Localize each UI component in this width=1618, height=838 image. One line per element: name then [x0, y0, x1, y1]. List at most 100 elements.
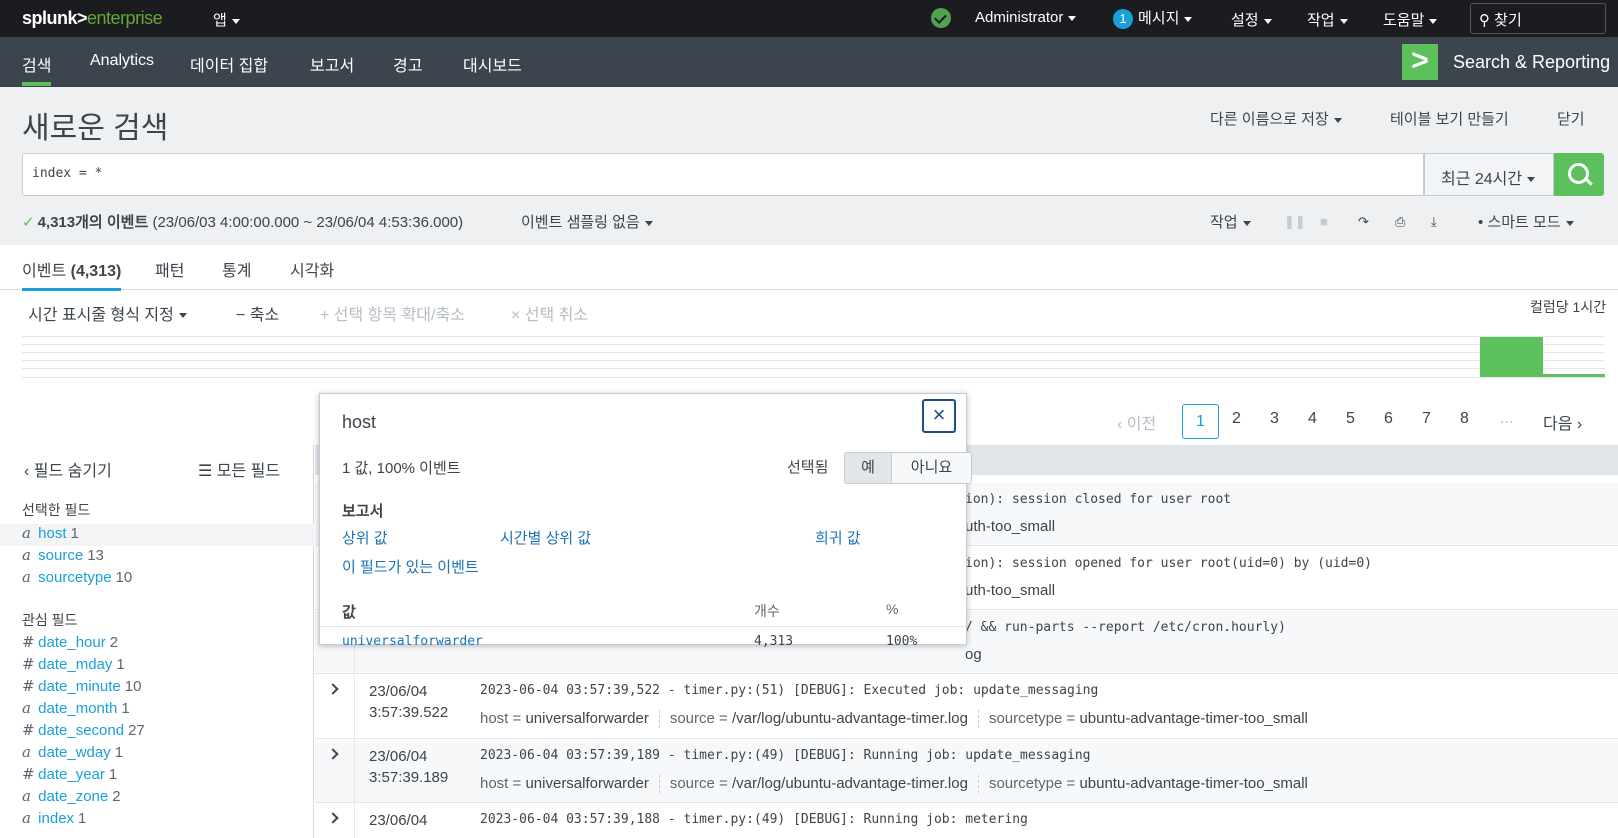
user-menu[interactable]: Administrator	[975, 9, 1077, 26]
popup-title: host	[342, 412, 377, 432]
help-menu[interactable]: 도움말	[1383, 9, 1438, 30]
page-1[interactable]: 1	[1182, 404, 1219, 439]
page-4[interactable]: 4	[1308, 410, 1317, 428]
nav-datasets[interactable]: 데이터 집합	[190, 52, 268, 76]
sourcetype-value[interactable]: ubuntu-advantage-timer-too_small	[1079, 710, 1307, 727]
top-values-link[interactable]: 상위 값	[342, 527, 388, 548]
tab-events[interactable]: 이벤트 (4,313)	[22, 257, 122, 291]
close-link[interactable]: 닫기	[1557, 108, 1585, 129]
apps-menu[interactable]: 앱	[213, 9, 240, 30]
event-raw: 2023-06-04 03:57:39,188 - timer.py:(49) …	[480, 812, 1028, 827]
prev-page[interactable]: ‹ 이전	[1117, 410, 1156, 434]
hide-fields-button[interactable]: ‹ 필드 숨기기	[24, 457, 112, 481]
create-table-view-link[interactable]: 테이블 보기 만들기	[1390, 108, 1509, 129]
export-icon[interactable]: ⤓	[1431, 214, 1437, 230]
nav-dashboards[interactable]: 대시보드	[463, 52, 522, 76]
pagination-ellipsis: ...	[1500, 410, 1514, 427]
messages-menu[interactable]: 1 메시지	[1113, 7, 1193, 29]
tab-statistics[interactable]: 통계	[222, 257, 251, 281]
expand-chevron-icon[interactable]	[327, 683, 339, 695]
page-5[interactable]: 5	[1346, 410, 1355, 428]
event-time: 23/06/04	[369, 812, 428, 829]
print-icon[interactable]: ⎙	[1395, 214, 1405, 230]
field-index[interactable]: a index 1	[0, 809, 314, 831]
search-button[interactable]	[1554, 153, 1604, 196]
expand-chevron-icon[interactable]	[327, 812, 339, 824]
page-title: 새로운 검색	[22, 112, 169, 145]
timeline-bar[interactable]	[1543, 374, 1605, 377]
page-7[interactable]: 7	[1422, 410, 1431, 428]
field-date-minute[interactable]: # date_minute 10	[0, 677, 314, 699]
rare-values-link[interactable]: 희귀 값	[815, 527, 861, 548]
activity-menu[interactable]: 작업	[1307, 9, 1348, 30]
zoom-to-selection-button[interactable]: + 선택 항목 확대/축소	[320, 301, 465, 325]
zoom-out-button[interactable]: − 축소	[236, 301, 279, 325]
field-date-mday[interactable]: # date_mday 1	[0, 655, 314, 677]
job-menu[interactable]: 작업	[1210, 211, 1251, 232]
interesting-fields-heading: 관심 필드	[22, 612, 78, 628]
tab-visualization[interactable]: 시각화	[290, 257, 334, 281]
value-count: 4,313	[754, 634, 794, 649]
page-8[interactable]: 8	[1460, 410, 1469, 428]
field-sourcetype[interactable]: a sourcetype 10	[0, 568, 314, 590]
events-with-field-link[interactable]: 이 필드가 있는 이벤트	[342, 556, 479, 577]
health-ok-icon[interactable]	[931, 8, 951, 28]
field-date-month[interactable]: a date_month 1	[0, 699, 314, 721]
timeline-chart[interactable]	[22, 336, 1605, 378]
expand-chevron-icon[interactable]	[327, 748, 339, 760]
nav-alerts[interactable]: 경고	[393, 52, 422, 76]
nav-reports[interactable]: 보고서	[310, 52, 354, 76]
deselect-button[interactable]: × 선택 취소	[511, 301, 588, 325]
field-host[interactable]: a host 1	[0, 524, 314, 546]
share-icon[interactable]: ↷	[1358, 214, 1369, 230]
search-query-input[interactable]: index = *	[22, 153, 1424, 196]
reports-heading: 보고서	[342, 503, 384, 520]
field-date-second[interactable]: # date_second 27	[0, 721, 314, 743]
save-as-menu[interactable]: 다른 이름으로 저장	[1210, 108, 1342, 129]
selected-no-button[interactable]: 아니요	[892, 453, 971, 483]
stop-icon[interactable]: ■	[1320, 214, 1328, 229]
field-source[interactable]: a source 13	[0, 546, 314, 568]
event-status: ✓ 4,313개의 이벤트 (23/06/03 4:00:00.000 ~ 23/…	[22, 214, 464, 231]
pause-icon[interactable]: ❚❚	[1284, 214, 1306, 230]
host-value[interactable]: universalforwarder	[525, 775, 648, 792]
nav-search[interactable]: 검색	[22, 52, 52, 86]
field-date-hour[interactable]: # date_hour 2	[0, 633, 314, 655]
timeline-bar[interactable]	[1480, 337, 1543, 377]
list-icon: ☰	[198, 463, 213, 480]
page-3[interactable]: 3	[1270, 410, 1279, 428]
top-values-by-time-link[interactable]: 시간별 상위 값	[500, 527, 591, 548]
settings-menu[interactable]: 설정	[1231, 9, 1272, 30]
event-time: 23/06/04 3:57:39.189	[369, 748, 449, 786]
next-page[interactable]: 다음 ›	[1543, 410, 1582, 434]
event-row: 23/06/04 2023-06-04 03:57:39,188 - timer…	[315, 804, 1618, 838]
timeline-scale: 컬럼당 1시간	[1530, 299, 1607, 315]
source-value[interactable]: /var/log/ubuntu-advantage-timer.log	[732, 775, 968, 792]
page-2[interactable]: 2	[1232, 410, 1241, 428]
timeline-format-menu[interactable]: 시간 표시줄 형식 지정	[28, 301, 187, 325]
field-date-wday[interactable]: a date_wday 1	[0, 743, 314, 765]
search-mode-menu[interactable]: • 스마트 모드	[1478, 211, 1574, 232]
event-time: 23/06/04 3:57:39.522	[369, 683, 449, 721]
field-date-zone[interactable]: a date_zone 2	[0, 787, 314, 809]
event-meta: host = universalforwarder source = /var/l…	[480, 775, 1308, 794]
source-value[interactable]: /var/log/ubuntu-advantage-timer.log	[732, 710, 968, 727]
selected-label: 선택됨	[787, 459, 829, 476]
host-value[interactable]: universalforwarder	[525, 710, 648, 727]
page-6[interactable]: 6	[1384, 410, 1393, 428]
col-count-header: 개수	[754, 603, 780, 619]
time-range-picker[interactable]: 최근 24시간	[1424, 153, 1554, 196]
tab-patterns[interactable]: 패턴	[155, 257, 184, 281]
nav-analytics[interactable]: Analytics	[90, 52, 154, 70]
field-date-year[interactable]: # date_year 1	[0, 765, 314, 787]
close-icon[interactable]: ×	[922, 399, 956, 433]
selected-yes-button[interactable]: 예	[845, 453, 892, 483]
selected-toggle: 예 아니요	[844, 452, 972, 484]
col-pct-header: %	[886, 601, 899, 617]
splunk-logo[interactable]: splunk>enterprise	[22, 8, 163, 29]
sourcetype-value[interactable]: ubuntu-advantage-timer-too_small	[1079, 775, 1307, 792]
all-fields-button[interactable]: ☰ 모든 필드	[198, 457, 280, 481]
find-input[interactable]: ⚲ 찾기	[1470, 3, 1606, 34]
event-sampling-menu[interactable]: 이벤트 샘플링 없음	[521, 211, 653, 232]
value-link[interactable]: universalforwarder	[342, 634, 483, 649]
